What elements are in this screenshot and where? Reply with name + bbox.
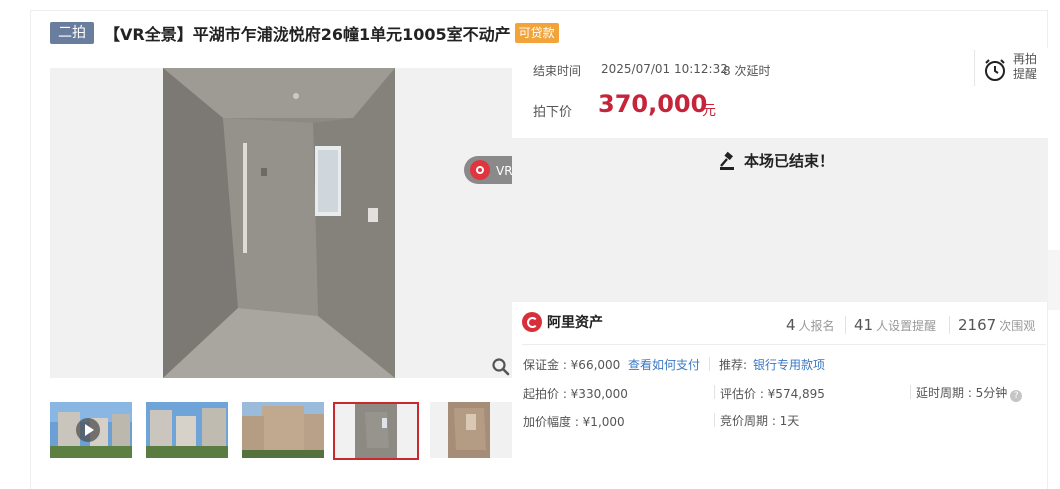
how-to-pay-link[interactable]: 查看如何支付 <box>628 356 700 373</box>
room-photo <box>430 402 512 458</box>
reminder-count: 41 人设置提醒 <box>854 316 937 334</box>
appraisal-price: 评估价 : ¥574,895 <box>720 387 825 401</box>
room-photo <box>335 404 417 458</box>
ali-assets-logo: 阿里资产 <box>522 312 603 332</box>
start-price: 起拍价 : ¥330,000 <box>523 387 628 401</box>
deposit: 保证金 : ¥66,000 <box>523 358 621 372</box>
divider <box>522 344 1046 345</box>
loan-badge: 可贷款 <box>514 23 559 43</box>
listing-title: 【VR全景】平湖市乍浦泷悦府26幢1单元1005室不动产 <box>104 25 511 44</box>
vr-label: VR全景 <box>496 163 512 178</box>
deal-price: 370,000 <box>598 90 708 118</box>
divider <box>714 385 715 399</box>
help-icon[interactable]: ? <box>1010 390 1023 402</box>
bid-increment: 加价幅度 : ¥1,000 <box>523 415 625 429</box>
building-photo <box>146 402 228 458</box>
auction-ended-box: 本场已结束！ <box>512 138 1048 302</box>
alarm-clock-icon <box>985 59 1005 81</box>
recommend-label: 推荐: <box>719 358 748 372</box>
side-panel-edge <box>1048 250 1060 310</box>
thumbnail[interactable] <box>50 402 132 458</box>
end-time-label: 结束时间 <box>533 64 582 78</box>
divider <box>709 357 710 371</box>
thumbnail[interactable] <box>430 402 512 458</box>
gavel-icon <box>720 151 734 170</box>
thumbnail-active[interactable] <box>333 402 419 460</box>
vr-logo-icon <box>470 160 490 180</box>
end-time-value: 2025/07/01 10:12:32 <box>601 62 728 76</box>
remind-button[interactable]: 再拍 提醒 <box>974 50 1048 86</box>
play-icon <box>76 418 100 442</box>
room-photo <box>163 68 395 378</box>
view-count: 2167 次围观 <box>958 316 1036 334</box>
deal-price-label: 拍下价 <box>533 105 573 120</box>
zoom-icon[interactable] <box>490 356 512 378</box>
ended-text: 本场已结束！ <box>744 152 835 170</box>
auction-panel: 结束时间 2025/07/01 10:12:32 8 次延时 再拍 提醒 拍下价… <box>512 48 1048 429</box>
title-row: 二拍 【VR全景】平湖市乍浦泷悦府26幢1单元1005室不动产 可贷款 <box>50 20 559 46</box>
stats-row: 阿里资产 4 人报名 41 人设置提醒 2167 次围观 <box>512 302 1048 344</box>
ali-assets-icon <box>522 312 542 332</box>
building-photo <box>242 402 324 458</box>
divider <box>949 316 950 334</box>
auction-ended-status: 本场已结束！ <box>718 150 834 171</box>
signup-count: 4 人报名 <box>786 316 835 334</box>
thumbnail[interactable] <box>146 402 228 458</box>
divider <box>845 316 846 334</box>
delay-count: 8 次延时 <box>723 64 771 78</box>
round-badge: 二拍 <box>50 22 94 44</box>
thumbnail[interactable] <box>242 402 324 458</box>
delay-period: 延时周期 : 5分钟? <box>916 384 1023 402</box>
platform-name: 阿里资产 <box>547 315 603 331</box>
auction-info: 结束时间 2025/07/01 10:12:32 8 次延时 再拍 提醒 拍下价… <box>512 48 1048 138</box>
main-photo[interactable]: VR全景 › <box>50 68 512 378</box>
remind-label: 再拍 提醒 <box>1013 52 1038 81</box>
vr-tour-button[interactable]: VR全景 › <box>464 156 512 184</box>
divider <box>714 413 715 427</box>
bank-payment-link[interactable]: 银行专用款项 <box>753 356 825 373</box>
divider <box>910 385 911 399</box>
bid-period: 竞价周期 : 1天 <box>720 414 800 428</box>
deal-price-unit: 元 <box>702 103 716 119</box>
